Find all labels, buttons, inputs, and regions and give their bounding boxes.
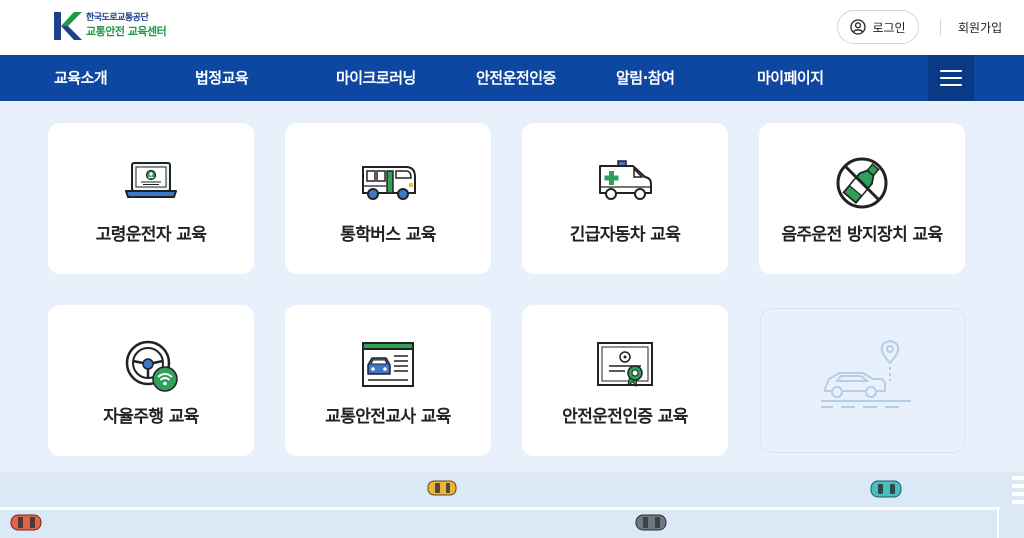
- nav-item-microlearning[interactable]: 마이크로러닝: [336, 55, 416, 101]
- user-circle-icon: [850, 19, 867, 35]
- card-label: 통학버스 교육: [340, 225, 436, 245]
- kotsa-logo-icon: [54, 12, 82, 40]
- card-label: 교통안전교사 교육: [325, 407, 451, 427]
- login-button[interactable]: 로그인: [837, 10, 919, 44]
- nav-item-intro[interactable]: 교육소개: [54, 55, 108, 101]
- card-school-bus[interactable]: 통학버스 교육: [285, 123, 491, 274]
- center-name: 교통안전 교육센터: [86, 24, 167, 38]
- decorative-card-placeholder: [760, 308, 965, 453]
- card-elderly-driver[interactable]: 고령운전자 교육: [48, 123, 254, 274]
- site-logo[interactable]: 한국도로교통공단 교통안전 교육센터: [54, 12, 167, 40]
- nav-item-notice[interactable]: 알림·참여: [616, 55, 675, 101]
- card-autonomous-driving[interactable]: 자율주행 교육: [48, 305, 254, 456]
- card-emergency-vehicle[interactable]: 긴급자동차 교육: [522, 123, 728, 274]
- card-label: 안전운전인증 교육: [562, 407, 688, 427]
- steering-wheel-wifi-icon: [125, 340, 178, 392]
- red-car-icon: [10, 514, 42, 531]
- nav-item-safe-driving-cert[interactable]: 안전운전인증: [476, 55, 556, 101]
- logo-text: 한국도로교통공단 교통안전 교육센터: [86, 13, 167, 38]
- card-label: 자율주행 교육: [103, 407, 199, 427]
- school-bus-icon: [362, 166, 416, 200]
- car-poster-icon: [362, 342, 414, 387]
- teal-car-icon: [870, 480, 902, 498]
- car-location-pin-icon: [821, 339, 911, 408]
- header-divider: [940, 19, 941, 35]
- ambulance-icon: [599, 160, 652, 200]
- hamburger-menu-icon[interactable]: [928, 55, 974, 101]
- join-link[interactable]: 회원가입: [958, 19, 1002, 36]
- card-label: 긴급자동차 교육: [569, 225, 681, 245]
- login-label: 로그인: [872, 20, 906, 35]
- main-nav: 교육소개 법정교육 마이크로러닝 안전운전인증 알림·참여 마이페이지: [0, 55, 1024, 101]
- card-safe-driving-cert[interactable]: 안전운전인증 교육: [522, 305, 728, 456]
- no-drinking-icon: [836, 157, 888, 209]
- nav-item-mypage[interactable]: 마이페이지: [757, 55, 824, 101]
- crosswalk: [1012, 476, 1024, 506]
- card-traffic-safety-teacher[interactable]: 교통안전교사 교육: [285, 305, 491, 456]
- certificate-icon: [597, 342, 653, 388]
- road-lane-line: [0, 507, 1000, 510]
- org-name: 한국도로교통공단: [86, 13, 149, 23]
- gray-car-icon: [635, 514, 667, 531]
- nav-item-legal-education[interactable]: 법정교육: [195, 55, 249, 101]
- site-header: 한국도로교통공단 교통안전 교육센터 로그인 회원가입: [0, 0, 1024, 55]
- laptop-user-icon: [125, 162, 177, 198]
- card-label: 고령운전자 교육: [95, 225, 207, 245]
- yellow-car-icon: [427, 480, 457, 496]
- card-label: 음주운전 방지장치 교육: [781, 225, 943, 245]
- card-ignition-interlock[interactable]: 음주운전 방지장치 교육: [759, 123, 965, 274]
- road-edge-line: [997, 507, 999, 538]
